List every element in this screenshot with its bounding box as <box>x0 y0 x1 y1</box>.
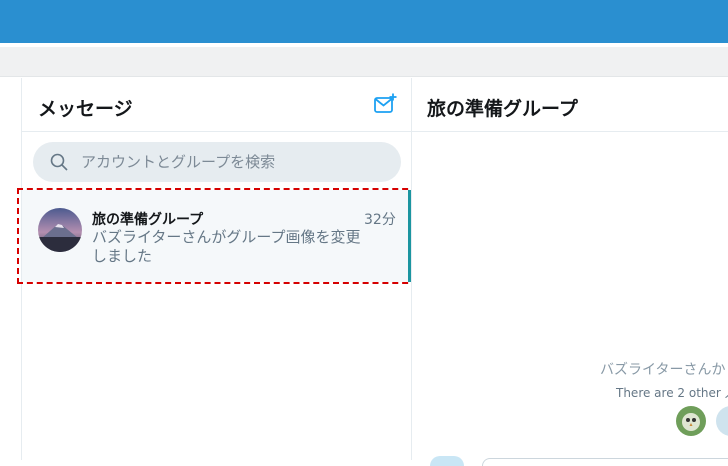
new-message-icon <box>374 93 397 113</box>
search-field[interactable] <box>33 142 401 182</box>
conversation-item[interactable]: 旅の準備グループ 32分 バズライターさんがグループ画像を変更しました <box>22 190 411 282</box>
message-avatar <box>430 456 464 466</box>
messages-panel: メッセージ アカウントとグループを検索 旅の準備グループ 32分 バズライターさ… <box>22 78 412 460</box>
chat-header: 旅の準備グループ <box>412 78 728 132</box>
search-icon <box>50 153 68 171</box>
messages-title: メッセージ <box>38 98 133 120</box>
chat-title: 旅の準備グループ <box>427 98 578 120</box>
messages-header: メッセージ <box>22 78 411 132</box>
top-app-bar <box>0 0 728 43</box>
chat-panel: 旅の準備グループ バズライターさんから There are 2 other 人 <box>412 78 728 466</box>
member-avatar[interactable] <box>676 406 706 436</box>
chat-event-text: バズライターさんから <box>600 362 728 378</box>
search-input[interactable] <box>81 142 391 182</box>
conversation-time: 32分 <box>364 212 396 228</box>
member-avatar[interactable] <box>716 406 728 436</box>
new-message-button[interactable] <box>372 92 398 118</box>
chat-event-subtext: There are 2 other 人 <box>616 386 728 400</box>
conversation-name: 旅の準備グループ <box>92 212 204 228</box>
nav-gutter <box>0 78 22 460</box>
group-avatar <box>38 208 82 252</box>
secondary-toolbar <box>0 47 728 77</box>
conversation-preview: バズライターさんがグループ画像を変更しました <box>92 228 361 265</box>
message-bubble <box>482 458 728 466</box>
